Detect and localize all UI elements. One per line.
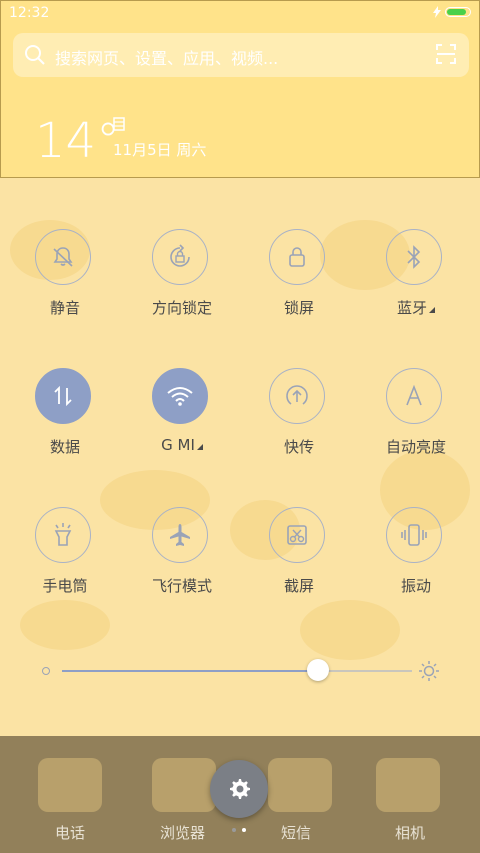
search-input[interactable]: 搜索网页、设置、应用、视频... — [55, 45, 278, 69]
wifi-icon — [152, 368, 208, 424]
page-dot-active — [242, 828, 246, 832]
status-time: 12:32 — [9, 5, 50, 21]
toggle-label: G MI — [127, 436, 237, 454]
toggle-wifi[interactable]: G MI — [127, 368, 237, 468]
page-dot — [232, 828, 236, 832]
gear-icon — [230, 779, 250, 799]
phone-app-icon[interactable] — [38, 758, 102, 812]
toggle-label: 锁屏 — [283, 299, 314, 317]
toggle-screenshot[interactable]: 截屏 — [244, 507, 354, 607]
share-arrow-icon — [269, 368, 325, 424]
flashlight-icon — [35, 507, 91, 563]
toggle-flashlight[interactable]: 手电筒 — [10, 507, 120, 607]
wallpaper-art — [300, 600, 400, 660]
brightness-min-icon — [42, 667, 50, 675]
lock-icon — [269, 229, 325, 285]
settings-button[interactable] — [210, 760, 268, 818]
battery-icon — [445, 7, 471, 17]
toggle-mute[interactable]: 静音 — [10, 229, 120, 329]
toggle-vibrate[interactable]: 振动 — [361, 507, 471, 607]
auto-brightness-icon — [386, 368, 442, 424]
brightness-fill — [62, 670, 318, 672]
search-icon — [25, 45, 45, 65]
brightness-slider-thumb[interactable] — [306, 659, 329, 681]
toggle-label: 振动 — [400, 577, 431, 595]
toggle-mobile-data[interactable]: 数据 — [10, 368, 120, 468]
toggle-rotation-lock[interactable]: 方向锁定 — [127, 229, 237, 329]
toggle-label: 数据 — [49, 438, 80, 456]
toggle-label: 快传 — [283, 438, 314, 456]
temperature: 14° — [35, 113, 121, 169]
page-indicator — [232, 828, 246, 832]
wallpaper-art — [20, 600, 110, 650]
rotation-lock-icon — [152, 229, 208, 285]
toggle-label: 手电筒 — [42, 577, 88, 595]
app-label-browser[interactable]: 浏览器 — [160, 822, 205, 843]
search-bar[interactable]: 搜索网页、设置、应用、视频... — [13, 33, 469, 77]
bluetooth-icon — [386, 229, 442, 285]
notification-header: 12:32 搜索网页、设置、应用、视频... 14° 11月5日 周六 — [0, 0, 480, 178]
browser-app-icon[interactable] — [152, 758, 216, 812]
toggle-label: 静音 — [49, 299, 80, 317]
toggle-lock-screen[interactable]: 锁屏 — [244, 229, 354, 329]
toggle-label: 截屏 — [283, 577, 314, 595]
toggle-label: 方向锁定 — [151, 299, 212, 317]
mobile-data-icon — [35, 368, 91, 424]
charging-icon — [433, 6, 441, 18]
camera-app-icon[interactable] — [376, 758, 440, 812]
messages-app-icon[interactable] — [268, 758, 332, 812]
vibrate-icon — [386, 507, 442, 563]
brightness-slider[interactable] — [62, 670, 412, 672]
toggle-bluetooth[interactable]: 蓝牙 — [361, 229, 471, 329]
bell-mute-icon — [35, 229, 91, 285]
screenshot-icon — [269, 507, 325, 563]
expand-indicator — [196, 444, 203, 450]
scan-icon[interactable] — [435, 43, 457, 65]
toggle-label: 自动亮度 — [385, 438, 446, 456]
app-label-camera[interactable]: 相机 — [395, 822, 425, 843]
toggle-label: 飞行模式 — [151, 577, 212, 595]
toggle-auto-brightness[interactable]: 自动亮度 — [361, 368, 471, 468]
toggle-airplane-mode[interactable]: 飞行模式 — [127, 507, 237, 607]
app-label-phone[interactable]: 电话 — [55, 822, 85, 843]
airplane-icon — [152, 507, 208, 563]
brightness-max-icon — [419, 661, 439, 681]
app-label-messages[interactable]: 短信 — [281, 822, 311, 843]
weather-icon — [113, 117, 125, 131]
weather-date: 11月5日 周六 — [113, 141, 207, 159]
expand-indicator — [429, 307, 435, 313]
toggle-label: 蓝牙 — [361, 297, 471, 318]
toggle-quick-share[interactable]: 快传 — [244, 368, 354, 468]
status-icons — [433, 6, 471, 18]
